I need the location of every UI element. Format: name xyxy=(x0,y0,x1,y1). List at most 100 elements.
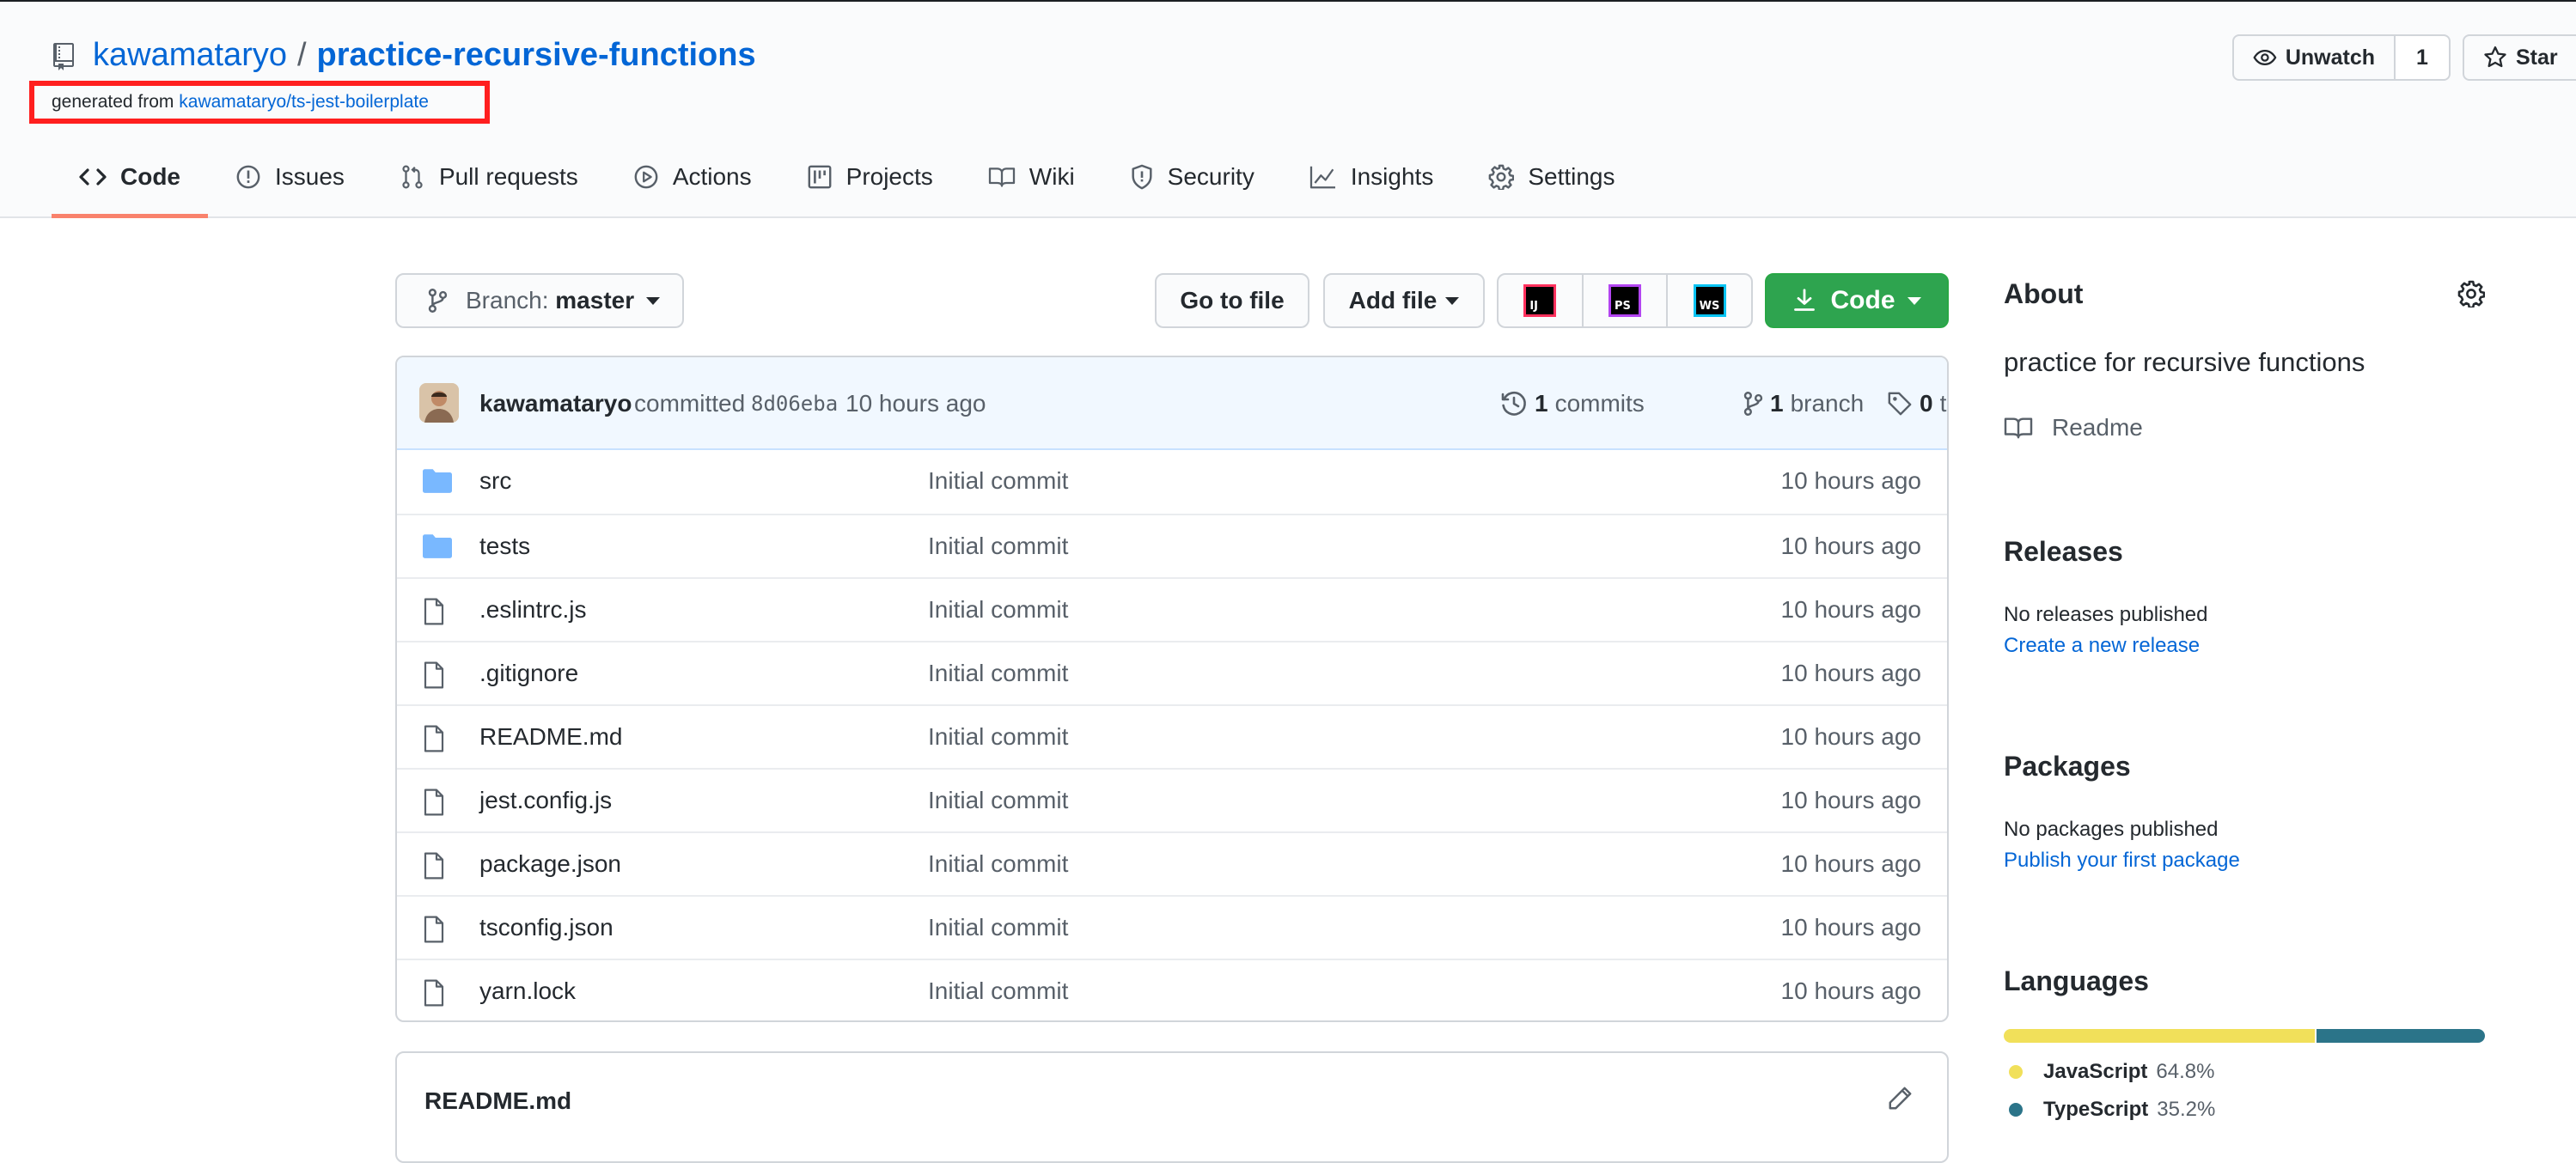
commit-message-link[interactable]: Initial commit xyxy=(928,977,1068,1005)
avatar[interactable] xyxy=(419,383,459,423)
commit-message-link[interactable]: Initial commit xyxy=(928,723,1068,751)
tags-count: 0 xyxy=(1920,390,1933,417)
language-name: JavaScript xyxy=(2043,1060,2148,1083)
webstorm-icon: WS xyxy=(1695,287,1724,314)
file-name-link[interactable]: src xyxy=(479,467,511,495)
language-item-typescript[interactable]: TypeScript 35.2% xyxy=(2009,1098,2215,1122)
file-name-link[interactable]: README.md xyxy=(479,723,622,751)
file-name-link[interactable]: tsconfig.json xyxy=(479,914,613,941)
template-repo-link[interactable]: kawamataryo/ts-jest-boilerplate xyxy=(179,92,429,112)
commit-sha-link[interactable]: 8d06eba xyxy=(751,392,838,416)
repo-owner-link[interactable]: kawamataryo xyxy=(93,37,287,73)
readme-link[interactable]: Readme xyxy=(2004,414,2143,441)
table-row[interactable]: tests Initial commit 10 hours ago xyxy=(397,514,1947,577)
commit-author-link[interactable]: kawamataryo xyxy=(479,390,632,417)
download-icon xyxy=(1793,289,1815,311)
add-file-button[interactable]: Add file xyxy=(1323,273,1485,328)
create-release-link[interactable]: Create a new release xyxy=(2004,634,2200,658)
commit-message-link[interactable]: Initial commit xyxy=(928,850,1068,878)
commits-link[interactable]: 1 commits xyxy=(1500,390,1645,417)
commits-count: 1 xyxy=(1535,390,1548,417)
project-icon xyxy=(808,165,832,189)
file-name-link[interactable]: .gitignore xyxy=(479,660,578,687)
readme-panel: README.md xyxy=(395,1051,1949,1163)
table-row[interactable]: .gitignore Initial commit 10 hours ago xyxy=(397,641,1947,704)
repo-name-link[interactable]: practice-recursive-functions xyxy=(317,37,756,73)
chevron-down-icon xyxy=(1907,296,1921,305)
commit-message-link[interactable]: Initial commit xyxy=(928,914,1068,941)
publish-package-link[interactable]: Publish your first package xyxy=(2004,849,2240,873)
branches-link[interactable]: 1 branch xyxy=(1743,390,1864,417)
file-time: 10 hours ago xyxy=(1780,850,1921,877)
table-row[interactable]: jest.config.js Initial commit 10 hours ago xyxy=(397,768,1947,831)
shield-icon xyxy=(1132,164,1152,190)
tab-issues[interactable]: Issues xyxy=(208,139,372,215)
open-in-webstorm-button[interactable]: WS xyxy=(1668,275,1751,326)
commit-message-link[interactable]: Initial commit xyxy=(928,660,1068,687)
branch-label: branch xyxy=(1790,390,1865,417)
commits-label: commits xyxy=(1554,390,1645,417)
graph-icon xyxy=(1309,166,1335,189)
open-in-phpstorm-button[interactable]: PS xyxy=(1584,275,1669,326)
file-name-link[interactable]: .eslintrc.js xyxy=(479,596,586,624)
commit-message-link[interactable]: Initial commit xyxy=(928,787,1068,814)
packages-title[interactable]: Packages xyxy=(2004,751,2485,782)
generated-prefix: generated from xyxy=(52,92,174,112)
table-row[interactable]: .eslintrc.js Initial commit 10 hours ago xyxy=(397,577,1947,641)
watchers-count[interactable]: 1 xyxy=(2396,34,2451,81)
readme-link-label: Readme xyxy=(2052,414,2143,441)
file-icon xyxy=(423,598,445,631)
releases-title[interactable]: Releases xyxy=(2004,536,2485,568)
branch-name: master xyxy=(555,287,635,314)
tab-projects[interactable]: Projects xyxy=(779,139,961,215)
title-separator: / xyxy=(296,37,307,73)
book-icon xyxy=(988,167,1015,187)
file-name-link[interactable]: tests xyxy=(479,533,530,560)
table-row[interactable]: tsconfig.json Initial commit 10 hours ago xyxy=(397,895,1947,959)
watch-group: Unwatch 1 xyxy=(2232,34,2451,81)
tags-link[interactable]: 0 tags xyxy=(1887,390,1947,417)
add-file-label: Add file xyxy=(1348,287,1438,314)
pencil-icon[interactable] xyxy=(1887,1086,1913,1111)
table-row[interactable]: package.json Initial commit 10 hours ago xyxy=(397,831,1947,895)
tab-wiki[interactable]: Wiki xyxy=(961,139,1102,215)
commit-message-link[interactable]: Initial commit xyxy=(928,467,1068,495)
tab-actions[interactable]: Actions xyxy=(606,139,779,215)
table-row[interactable]: README.md Initial commit 10 hours ago xyxy=(397,704,1947,768)
file-time: 10 hours ago xyxy=(1780,596,1921,623)
intellij-icon: IJ xyxy=(1526,287,1554,314)
commit-message-link[interactable]: Initial commit xyxy=(928,533,1068,560)
tab-insights[interactable]: Insights xyxy=(1282,139,1462,215)
generated-from-label: generated from kawamataryo/ts-jest-boile… xyxy=(29,81,490,124)
tab-pull-requests[interactable]: Pull requests xyxy=(372,139,606,215)
gear-icon xyxy=(1488,164,1515,190)
tags-label: tags xyxy=(1939,390,1947,417)
tab-settings[interactable]: Settings xyxy=(1461,139,1642,215)
file-name-link[interactable]: jest.config.js xyxy=(479,787,612,814)
tab-security[interactable]: Security xyxy=(1102,139,1282,215)
latest-commit-bar: kawamataryo committed 8d06eba 10 hours a… xyxy=(397,357,1947,450)
commit-action: committed xyxy=(634,390,746,417)
gear-icon[interactable] xyxy=(2457,280,2485,307)
tab-code[interactable]: Code xyxy=(52,139,208,218)
unwatch-button[interactable]: Unwatch xyxy=(2232,34,2396,81)
file-name-link[interactable]: package.json xyxy=(479,850,621,878)
readme-title: README.md xyxy=(424,1087,572,1114)
code-download-button[interactable]: Code xyxy=(1765,273,1949,328)
branch-count: 1 xyxy=(1770,390,1784,417)
open-in-intellij-button[interactable]: IJ xyxy=(1499,275,1584,326)
star-button[interactable]: Star xyxy=(2463,34,2576,81)
go-to-file-button[interactable]: Go to file xyxy=(1155,273,1309,328)
table-row[interactable]: src Initial commit 10 hours ago xyxy=(397,450,1947,514)
file-icon xyxy=(423,979,445,1013)
branch-prefix: Branch: xyxy=(466,287,549,314)
commit-message-link[interactable]: Initial commit xyxy=(928,596,1068,624)
file-name-link[interactable]: yarn.lock xyxy=(479,977,576,1005)
file-icon xyxy=(423,916,445,949)
languages-title: Languages xyxy=(2004,965,2149,996)
tag-icon xyxy=(1888,392,1912,416)
phpstorm-icon: PS xyxy=(1611,287,1639,314)
table-row[interactable]: yarn.lock Initial commit 10 hours ago xyxy=(397,959,1947,1020)
branch-select[interactable]: Branch: master xyxy=(395,273,684,328)
language-item-javascript[interactable]: JavaScript 64.8% xyxy=(2009,1060,2214,1084)
